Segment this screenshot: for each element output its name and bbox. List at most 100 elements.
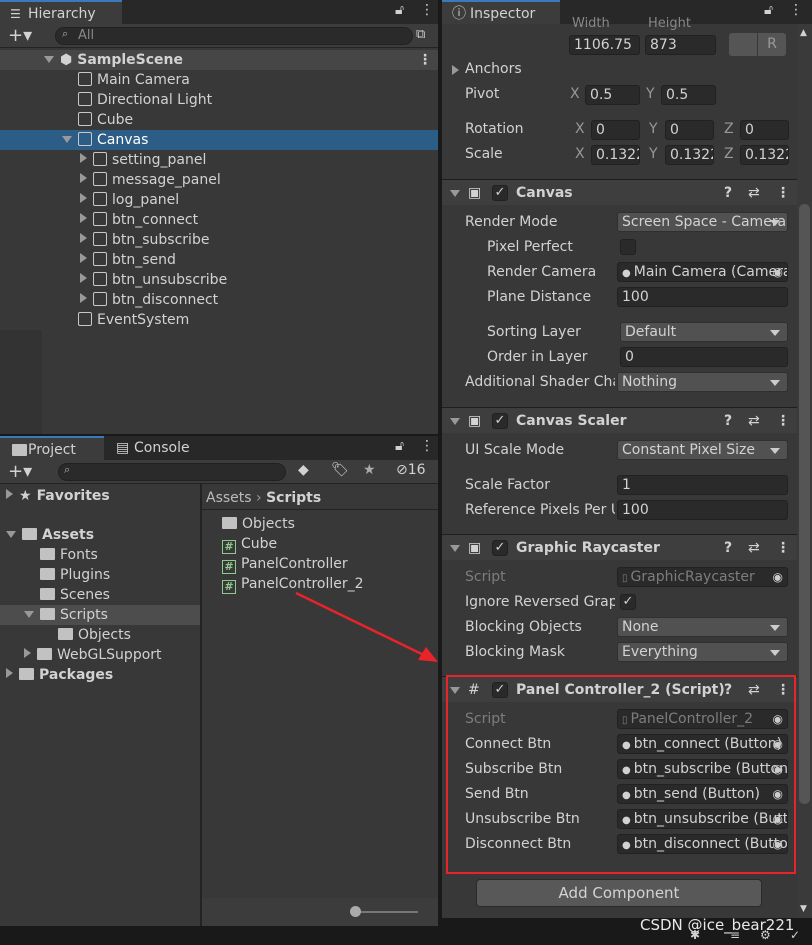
foldout-arrow-icon[interactable] xyxy=(450,545,460,552)
project-tree-item[interactable]: WebGLSupport xyxy=(0,645,200,665)
hierarchy-scrollbar[interactable] xyxy=(0,330,42,434)
hidden-packages-icon[interactable]: ⊘16 xyxy=(396,462,426,478)
hierarchy-item[interactable]: message_panel xyxy=(0,170,438,190)
component-menu-icon[interactable]: ⋮ xyxy=(776,535,790,561)
check-icon[interactable]: ✓ xyxy=(790,928,800,942)
property-field[interactable]: 100 xyxy=(617,287,788,307)
hierarchy-search-input[interactable]: All xyxy=(55,27,413,45)
scale-x-field[interactable]: 0.1322 xyxy=(591,145,640,165)
tab-console[interactable]: ▤ Console xyxy=(106,436,206,460)
scale-y-field[interactable]: 0.1322 xyxy=(665,145,714,165)
pivot-y-field[interactable]: 0.5 xyxy=(661,85,716,105)
divider[interactable] xyxy=(200,484,202,926)
tab-hierarchy[interactable]: ☰ Hierarchy xyxy=(0,0,122,24)
search-by-type-icon[interactable]: ◆ xyxy=(298,462,309,478)
expand-arrow-icon[interactable] xyxy=(24,611,34,618)
scene-menu-icon[interactable]: ⋮ xyxy=(418,50,432,70)
tab-inspector[interactable]: ⓘ Inspector xyxy=(442,0,560,24)
help-icon[interactable]: ? xyxy=(724,180,732,206)
hierarchy-item[interactable]: btn_connect xyxy=(0,210,438,230)
property-dropdown[interactable]: Everything xyxy=(617,642,788,662)
property-dropdown[interactable]: Screen Space - Camera xyxy=(617,212,788,232)
component-menu-icon[interactable]: ⋮ xyxy=(776,408,790,434)
presets-icon[interactable]: ⇄ xyxy=(748,535,760,561)
project-tree-item[interactable]: Objects xyxy=(0,625,200,645)
add-component-button[interactable]: Add Component xyxy=(476,879,762,907)
project-tree-item[interactable]: Fonts xyxy=(0,545,200,565)
blueprint-mode-button[interactable] xyxy=(729,33,757,56)
presets-icon[interactable]: ⇄ xyxy=(748,180,760,206)
expand-arrow-icon[interactable] xyxy=(80,173,87,183)
progress-icon[interactable]: ≡ xyxy=(730,928,740,942)
project-tree-item[interactable]: Assets xyxy=(0,525,200,545)
favorite-star-icon[interactable]: ★ xyxy=(363,462,376,478)
hierarchy-item[interactable]: EventSystem xyxy=(0,310,438,330)
property-dropdown[interactable]: Default xyxy=(620,322,788,342)
foldout-arrow-icon[interactable] xyxy=(450,190,460,197)
scroll-thumb[interactable] xyxy=(799,204,810,804)
expand-arrow-icon[interactable] xyxy=(6,489,13,499)
foldout-arrow-icon[interactable] xyxy=(450,418,460,425)
breadcrumb-assets[interactable]: Assets xyxy=(206,490,252,506)
component-menu-icon[interactable]: ⋮ xyxy=(776,180,790,206)
add-button[interactable]: +▾ xyxy=(8,24,32,48)
component-header-graphic-raycaster[interactable]: ▣ ✓ Graphic Raycaster? ⇄ ⋮ xyxy=(442,534,797,560)
scroll-down-icon[interactable]: ▼ xyxy=(800,904,807,914)
component-header-canvas[interactable]: ▣ ✓ Canvas? ⇄ ⋮ xyxy=(442,179,797,205)
lock-icon[interactable]: 🔓︎ xyxy=(395,2,404,18)
component-header-canvas-scaler[interactable]: ▣ ✓ Canvas Scaler? ⇄ ⋮ xyxy=(442,407,797,433)
enabled-checkbox[interactable]: ✓ xyxy=(492,540,508,556)
expand-arrow-icon[interactable] xyxy=(80,233,87,243)
property-dropdown[interactable]: Constant Pixel Size xyxy=(617,440,788,460)
project-tree-item[interactable]: Scenes xyxy=(0,585,200,605)
property-checkbox[interactable]: ✓ xyxy=(620,594,636,610)
hierarchy-item[interactable]: Directional Light xyxy=(0,90,438,110)
more-menu-icon[interactable]: ⋮ xyxy=(420,2,434,18)
width-field[interactable]: 1106.75 xyxy=(569,35,640,55)
breadcrumb-scripts[interactable]: Scripts xyxy=(266,490,321,506)
enabled-checkbox[interactable]: ✓ xyxy=(492,413,508,429)
property-field[interactable]: 1 xyxy=(617,475,788,495)
property-checkbox[interactable] xyxy=(620,239,636,255)
project-file[interactable]: Objects xyxy=(222,514,438,534)
lock-icon[interactable]: 🔓︎ xyxy=(764,2,773,18)
expand-arrow-icon[interactable] xyxy=(80,193,87,203)
property-field[interactable]: 0 xyxy=(620,347,788,367)
expand-arrow-icon[interactable] xyxy=(80,213,87,223)
expand-arrow-icon[interactable] xyxy=(6,668,13,678)
help-icon[interactable]: ? xyxy=(724,408,732,434)
scale-z-field[interactable]: 0.1322 xyxy=(740,145,789,165)
inspector-scrollbar[interactable]: ▲ ▼ xyxy=(797,24,812,918)
scroll-up-icon[interactable]: ▲ xyxy=(800,28,807,38)
expand-arrow-icon[interactable] xyxy=(80,273,87,283)
search-by-label-icon[interactable]: 🏷︎ xyxy=(331,462,349,478)
project-tree-item[interactable]: Scripts xyxy=(0,605,200,625)
property-dropdown[interactable]: Nothing xyxy=(617,372,788,392)
hierarchy-item[interactable]: Cube xyxy=(0,110,438,130)
object-field[interactable]: ▯ GraphicRaycaster xyxy=(617,567,788,587)
expand-arrow-icon[interactable] xyxy=(80,253,87,263)
help-icon[interactable]: ? xyxy=(724,535,732,561)
rotation-y-field[interactable]: 0 xyxy=(665,120,714,140)
hierarchy-item[interactable]: setting_panel xyxy=(0,150,438,170)
property-dropdown[interactable]: None xyxy=(617,617,788,637)
expand-arrow-icon[interactable] xyxy=(62,136,72,143)
rotation-z-field[interactable]: 0 xyxy=(740,120,789,140)
project-file[interactable]: # Cube xyxy=(222,534,438,554)
hierarchy-item[interactable]: btn_send xyxy=(0,250,438,270)
hierarchy-item[interactable]: Canvas xyxy=(0,130,438,150)
hierarchy-item[interactable]: btn_subscribe xyxy=(0,230,438,250)
expand-arrow-icon[interactable] xyxy=(80,153,87,163)
expand-arrow-icon[interactable] xyxy=(6,531,16,538)
project-tree-item[interactable]: Plugins xyxy=(0,565,200,585)
scene-search-icon[interactable]: ⧉ xyxy=(416,27,425,42)
project-search-input[interactable] xyxy=(58,463,286,481)
property-field[interactable]: 100 xyxy=(617,500,788,520)
project-file[interactable]: # PanelController xyxy=(222,554,438,574)
create-button[interactable]: +▾ xyxy=(8,460,32,484)
scene-row[interactable]: ⬢ SampleScene ⋮ xyxy=(0,50,438,70)
tab-project[interactable]: Project xyxy=(0,436,104,460)
height-field[interactable]: 873 xyxy=(645,35,716,55)
expand-arrow-icon[interactable] xyxy=(452,65,459,75)
bug-icon[interactable]: ✱ xyxy=(690,928,700,942)
